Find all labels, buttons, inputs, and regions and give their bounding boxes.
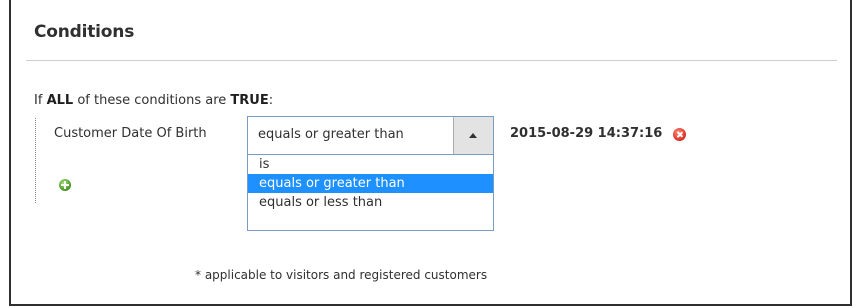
- operator-option-equals-or-less-than[interactable]: equals or less than: [248, 193, 493, 212]
- intro-suffix: :: [268, 93, 274, 108]
- aggregator-selector[interactable]: ALL: [47, 93, 74, 108]
- condition-tree-line: [35, 118, 36, 203]
- operator-option-is[interactable]: is: [248, 155, 493, 174]
- footnote-text: * applicable to visitors and registered …: [195, 268, 488, 282]
- section-divider: [26, 60, 837, 61]
- condition-attribute-label: Customer Date Of Birth: [54, 126, 207, 141]
- remove-icon[interactable]: [673, 128, 686, 141]
- condition-value[interactable]: 2015-08-29 14:37:16: [510, 126, 662, 141]
- add-icon[interactable]: [59, 179, 71, 191]
- intro-middle: of these conditions are: [77, 93, 227, 108]
- value-selector[interactable]: TRUE: [230, 93, 268, 108]
- operator-selected-value: equals or greater than: [258, 127, 404, 142]
- operator-option-equals-or-greater-than[interactable]: equals or greater than: [248, 174, 493, 193]
- intro-prefix: If: [34, 93, 43, 108]
- operator-select[interactable]: equals or greater than: [247, 116, 494, 155]
- section-title: Conditions: [34, 22, 135, 42]
- chevron-up-icon[interactable]: [453, 117, 493, 154]
- conditions-intro: If ALL of these conditions are TRUE:: [34, 93, 273, 108]
- operator-dropdown-list: is equals or greater than equals or less…: [247, 155, 494, 231]
